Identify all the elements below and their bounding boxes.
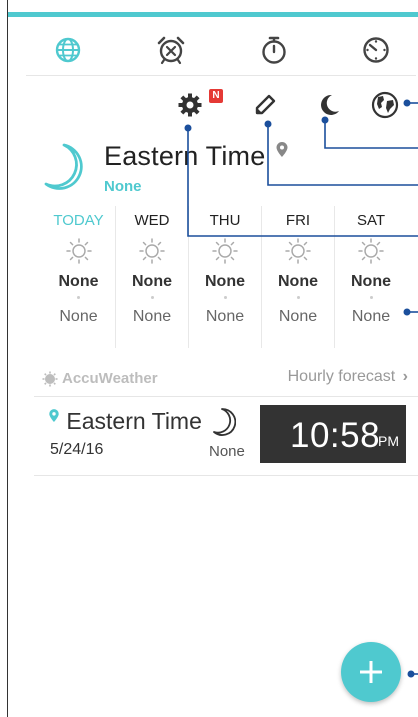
separator-dot (150, 296, 154, 299)
accuweather-logo[interactable]: AccuWeather (42, 370, 158, 387)
day-high: None (278, 273, 318, 290)
day-low: None (132, 308, 172, 325)
day-low: None (351, 308, 391, 325)
day-high: None (351, 273, 391, 290)
day-low: None (59, 308, 98, 325)
moon-icon (212, 407, 237, 442)
sun-icon (211, 237, 239, 265)
hourly-forecast-label: Hourly forecast (287, 368, 396, 385)
settings-button[interactable] (173, 88, 207, 122)
new-badge: N (209, 89, 223, 103)
add-city-button[interactable] (341, 642, 401, 702)
tab-bar (26, 18, 416, 76)
separator-dot (296, 296, 300, 299)
clock-date: 5/24/16 (50, 441, 104, 458)
forecast-day[interactable]: FRI None None (261, 206, 334, 348)
forecast-day[interactable]: SAT None None (334, 206, 407, 348)
clock-city-name: Eastern Time (66, 408, 202, 434)
current-condition: None (104, 178, 142, 195)
day-high: None (58, 273, 99, 290)
tab-alarm[interactable] (151, 32, 191, 68)
time-display: 10:58 PM (260, 405, 406, 463)
globe-icon (371, 91, 399, 119)
world-clock-row[interactable]: Eastern Time 5/24/16 None 10:58 PM (34, 396, 418, 476)
tab-world-clock[interactable] (48, 32, 88, 68)
clock-city: Eastern Time (48, 408, 202, 435)
clock-ampm: PM (378, 433, 399, 449)
day-label: SAT (356, 212, 386, 229)
stopwatch-icon (262, 36, 286, 64)
sun-icon (357, 237, 385, 265)
day-high: None (205, 273, 245, 290)
day-label: TODAY (53, 212, 104, 229)
sun-icon (284, 237, 312, 265)
world-map-button[interactable] (368, 88, 402, 122)
location-pin-icon (49, 409, 59, 422)
current-city-name: Eastern Time (104, 141, 266, 171)
plus-icon (360, 661, 382, 683)
alarm-clock-icon (157, 36, 185, 65)
provider-row: AccuWeather Hourly forecast › (42, 364, 408, 392)
day-low: None (278, 308, 318, 325)
accuweather-sun-icon (42, 371, 58, 386)
hourly-forecast-link[interactable]: Hourly forecast › (288, 368, 408, 386)
clock-time: 10:58 (290, 416, 381, 455)
chevron-right-icon: › (402, 368, 408, 385)
current-weather-moon-icon (40, 140, 90, 201)
tab-stopwatch[interactable] (254, 32, 294, 68)
day-label: THU (209, 212, 241, 229)
sun-icon (65, 237, 93, 265)
clock-condition: None (209, 443, 245, 460)
current-city: Eastern Time (104, 141, 289, 172)
edit-button[interactable] (248, 88, 282, 122)
gear-icon (178, 93, 202, 117)
day-low: None (205, 308, 245, 325)
sun-icon (138, 237, 166, 265)
pencil-icon (255, 94, 276, 115)
accent-top-bar (8, 12, 418, 17)
day-label: FRI (285, 212, 311, 229)
clock-app-screen: N Eastern Time None TODAY None None WED … (7, 0, 418, 717)
forecast-day[interactable]: TODAY None None (42, 206, 115, 348)
moon-icon (321, 94, 339, 115)
night-mode-button[interactable] (312, 88, 346, 122)
globe-icon (55, 37, 81, 63)
tab-timer[interactable] (356, 32, 396, 68)
day-high: None (132, 273, 172, 290)
provider-name: AccuWeather (62, 370, 158, 387)
separator-dot (369, 296, 373, 299)
separator-dot (223, 296, 227, 299)
location-pin-icon (276, 142, 288, 157)
timer-icon (363, 37, 389, 63)
forecast-strip: TODAY None None WED None None THU None N… (42, 206, 407, 348)
separator-dot (77, 296, 80, 299)
day-label: WED (134, 212, 170, 229)
forecast-day[interactable]: THU None None (188, 206, 261, 348)
forecast-day[interactable]: WED None None (115, 206, 188, 348)
